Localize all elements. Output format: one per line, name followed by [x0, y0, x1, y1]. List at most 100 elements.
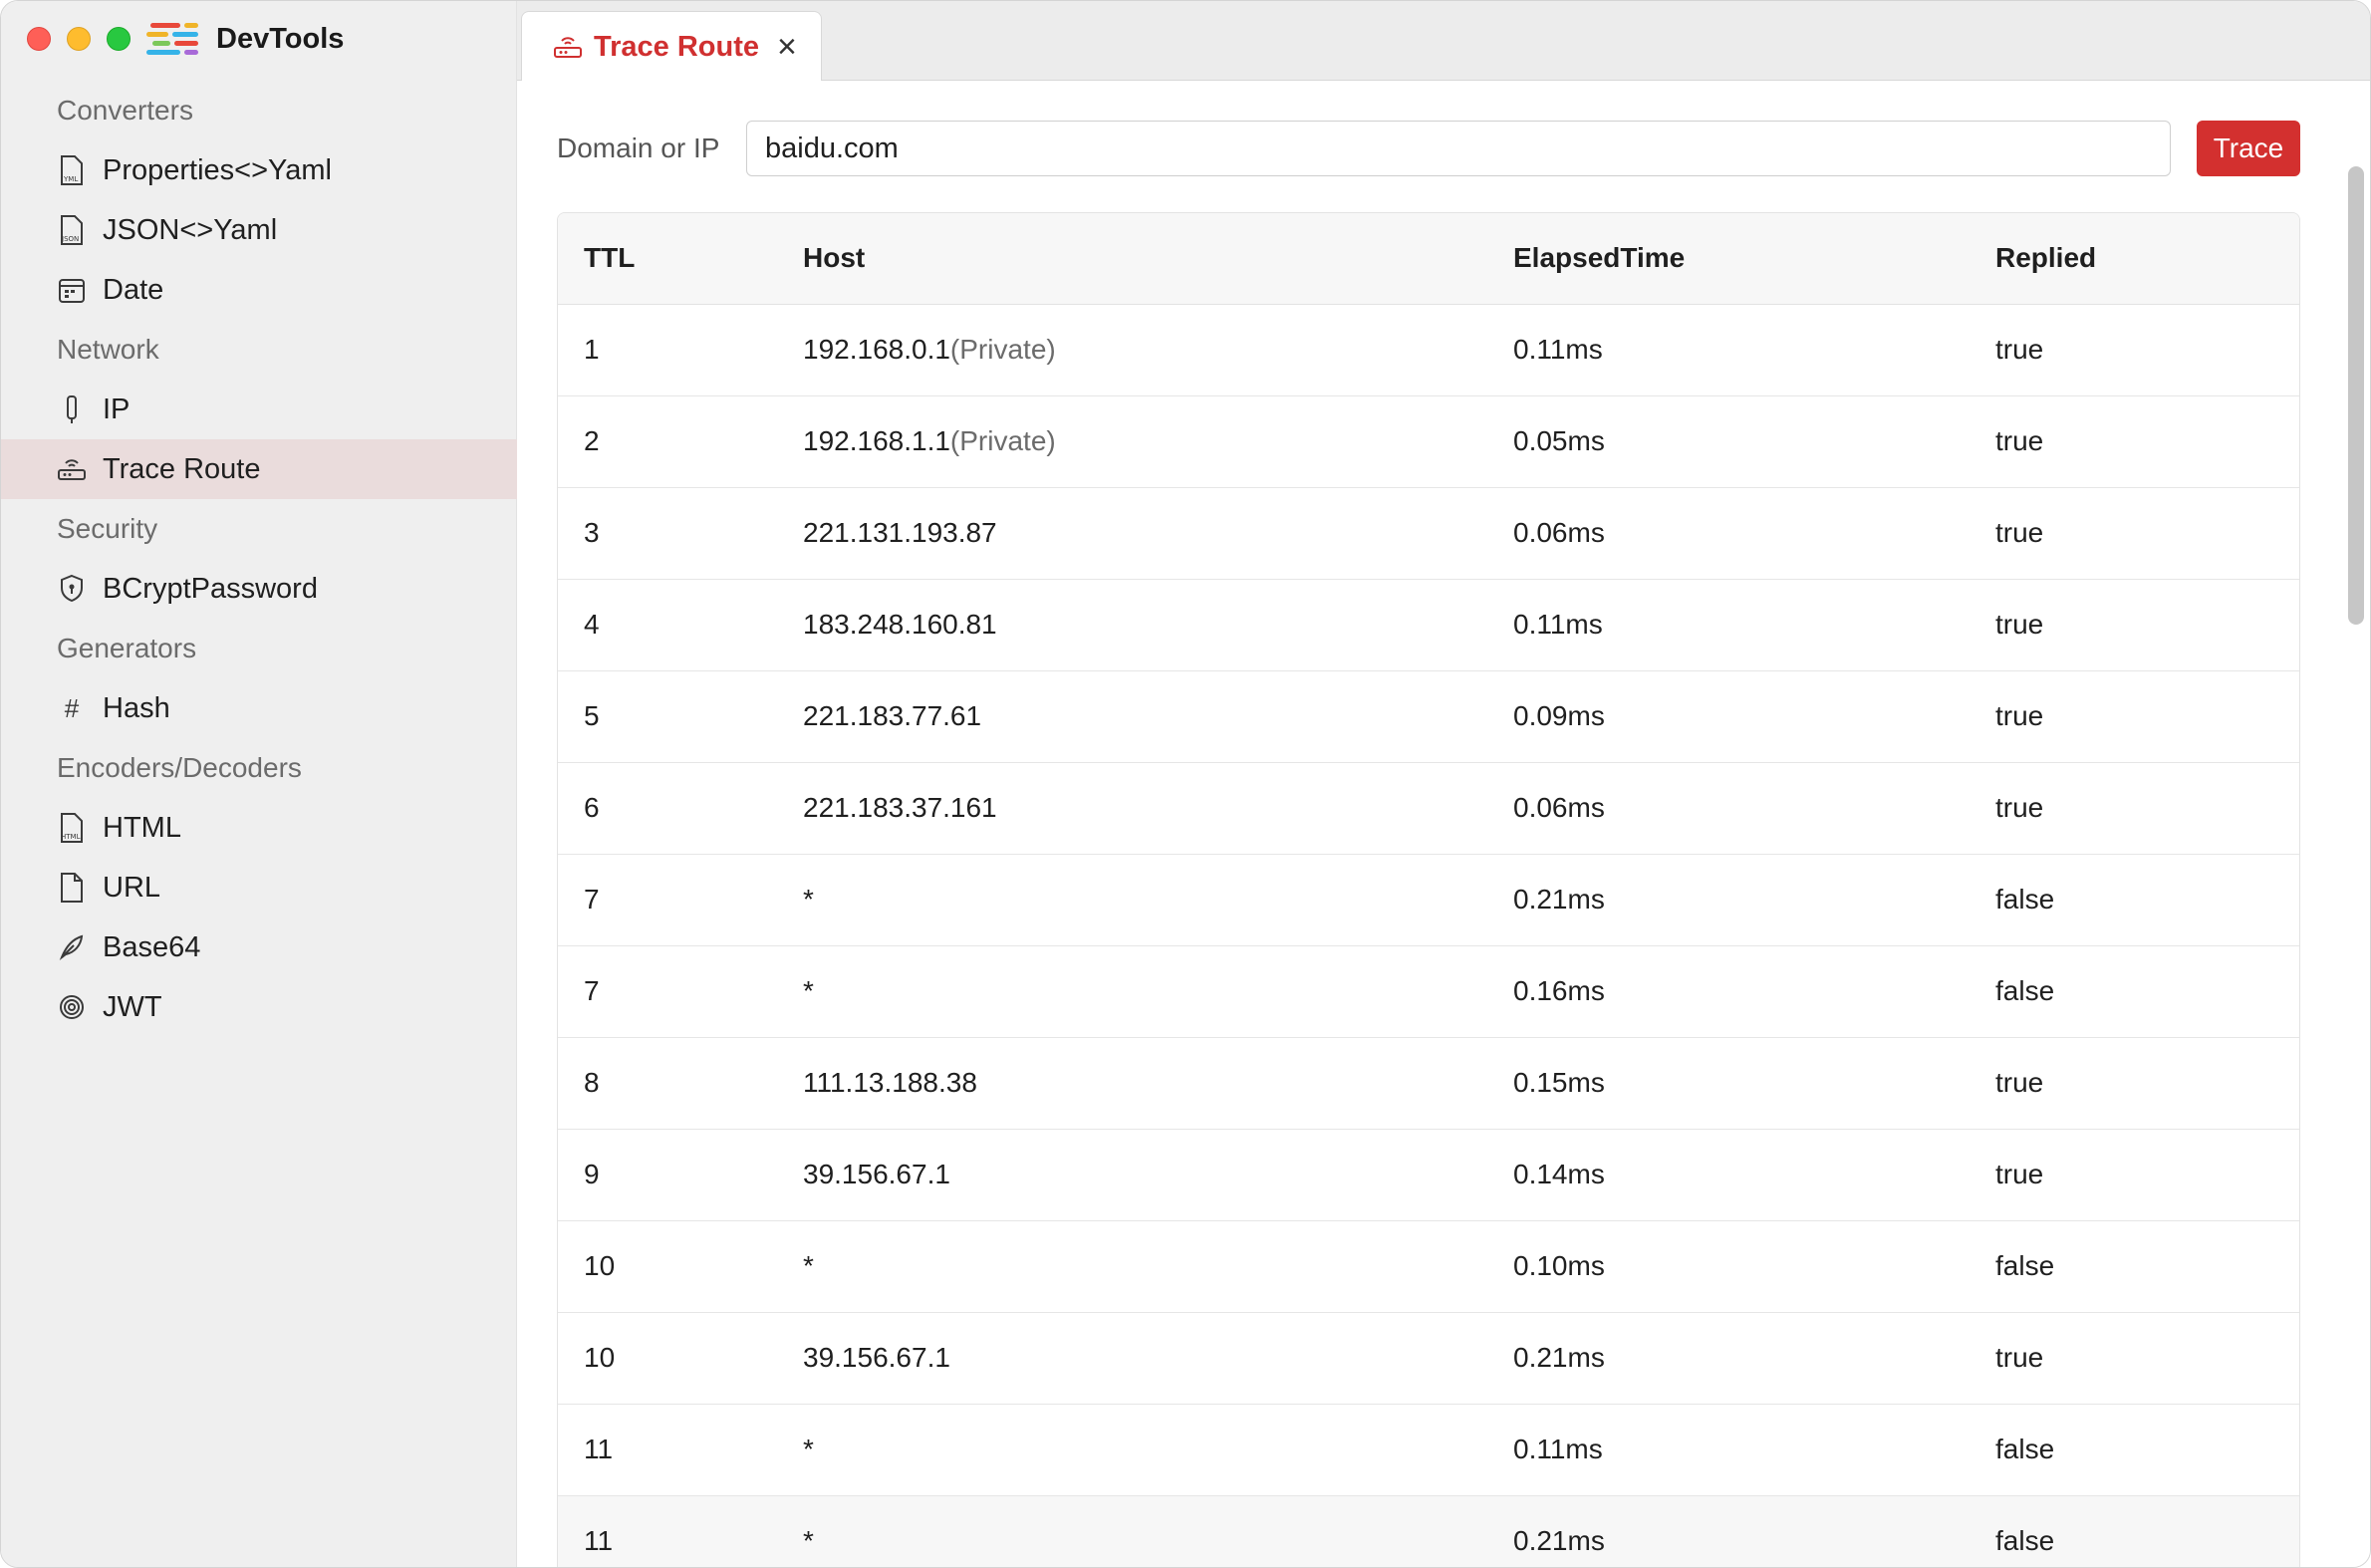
html-file-icon: HTML	[57, 813, 87, 843]
scrollbar[interactable]	[2348, 166, 2364, 625]
table-row[interactable]: 3 221.131.193.87 0.06ms true	[558, 487, 2299, 580]
close-window-button[interactable]	[27, 27, 51, 51]
zoom-window-button[interactable]	[107, 27, 131, 51]
replied-cell: true	[1970, 395, 2299, 488]
sidebar-item-label: Hash	[103, 691, 170, 724]
sidebar-item-html[interactable]: HTML HTML	[1, 798, 517, 858]
host-value: *	[803, 1434, 814, 1464]
host-cell: 192.168.1.1(Private)	[777, 395, 1487, 488]
main-content: Domain or IP Trace TTL Host ElapsedTime …	[517, 81, 2370, 1567]
tab-label: Trace Route	[594, 30, 759, 63]
sidebar-item-label: JSON<>Yaml	[103, 213, 278, 246]
host-cell: 39.156.67.1	[777, 1312, 1487, 1405]
trace-button[interactable]: Trace	[2197, 121, 2300, 176]
host-cell: 221.183.37.161	[777, 762, 1487, 855]
replied-cell: false	[1970, 1404, 2299, 1496]
sidebar-item-label: BCryptPassword	[103, 572, 318, 605]
column-header-elapsed-time[interactable]: ElapsedTime	[1487, 213, 1970, 305]
replied-cell: true	[1970, 1312, 2299, 1405]
ttl-cell: 4	[558, 579, 777, 671]
app-logo-icon	[146, 21, 202, 57]
column-header-host[interactable]: Host	[777, 213, 1487, 305]
replied-cell: true	[1970, 1037, 2299, 1130]
sidebar-item-base64[interactable]: Base64	[1, 917, 517, 977]
table-row[interactable]: 6 221.183.37.161 0.06ms true	[558, 762, 2299, 855]
table-row[interactable]: 4 183.248.160.81 0.11ms true	[558, 579, 2299, 671]
sidebar-item-url[interactable]: URL	[1, 858, 517, 917]
table-row[interactable]: 2 192.168.1.1(Private) 0.05ms true	[558, 395, 2299, 488]
sidebar-item-label: Properties<>Yaml	[103, 153, 332, 186]
column-header-replied[interactable]: Replied	[1970, 213, 2299, 305]
table-row[interactable]: 8 111.13.188.38 0.15ms true	[558, 1037, 2299, 1130]
window-controls	[27, 27, 131, 51]
host-value: *	[803, 1250, 814, 1281]
elapsed-time-cell: 0.21ms	[1487, 854, 1970, 946]
replied-cell: true	[1970, 762, 2299, 855]
domain-input[interactable]	[746, 121, 2171, 176]
sidebar-item-jwt[interactable]: JWT	[1, 977, 517, 1037]
host-value: 221.131.193.87	[803, 517, 997, 548]
json-file-icon: JSON	[57, 215, 87, 245]
tab-bar: Trace Route ×	[517, 1, 2370, 82]
minimize-window-button[interactable]	[67, 27, 91, 51]
ttl-cell: 1	[558, 304, 777, 396]
ip-icon	[57, 394, 87, 424]
sidebar-item-label: HTML	[103, 811, 181, 844]
table-row[interactable]: 7 * 0.21ms false	[558, 854, 2299, 946]
host-value: 221.183.77.61	[803, 700, 982, 731]
ttl-cell: 8	[558, 1037, 777, 1130]
replied-cell: false	[1970, 1495, 2299, 1567]
table-row[interactable]: 5 221.183.77.61 0.09ms true	[558, 670, 2299, 763]
sidebar-item-trace-route[interactable]: Trace Route	[1, 439, 517, 499]
replied-cell: false	[1970, 854, 2299, 946]
domain-label: Domain or IP	[557, 132, 720, 163]
svg-text:YML: YML	[63, 175, 78, 183]
tab-trace-route[interactable]: Trace Route ×	[521, 11, 822, 82]
table-row[interactable]: 9 39.156.67.1 0.14ms true	[558, 1129, 2299, 1221]
close-tab-icon[interactable]: ×	[777, 30, 797, 64]
sidebar-item-hash[interactable]: # Hash	[1, 678, 517, 738]
elapsed-time-cell: 0.11ms	[1487, 579, 1970, 671]
host-cell: *	[777, 854, 1487, 946]
host-cell: 111.13.188.38	[777, 1037, 1487, 1130]
router-icon	[57, 454, 87, 484]
sidebar-item-properties-yaml[interactable]: YML Properties<>Yaml	[1, 140, 517, 200]
elapsed-time-cell: 0.21ms	[1487, 1495, 1970, 1567]
nav-category-generators: Generators	[57, 633, 197, 663]
table-row[interactable]: 7 * 0.16ms false	[558, 945, 2299, 1038]
sidebar-item-ip[interactable]: IP	[1, 380, 517, 439]
ttl-cell: 5	[558, 670, 777, 763]
elapsed-time-cell: 0.05ms	[1487, 395, 1970, 488]
elapsed-time-cell: 0.11ms	[1487, 304, 1970, 396]
nav-category-encoders-decoders: Encoders/Decoders	[57, 752, 302, 783]
table-row[interactable]: 1 192.168.0.1(Private) 0.11ms true	[558, 304, 2299, 396]
ttl-cell: 10	[558, 1312, 777, 1405]
table-row[interactable]: 11 * 0.21ms false	[558, 1495, 2299, 1567]
table-row[interactable]: 10 * 0.10ms false	[558, 1220, 2299, 1313]
replied-cell: true	[1970, 304, 2299, 396]
replied-cell: true	[1970, 579, 2299, 671]
sidebar-item-label: IP	[103, 392, 131, 425]
calendar-icon	[57, 275, 87, 305]
sidebar-item-json-yaml[interactable]: JSON JSON<>Yaml	[1, 200, 517, 260]
host-value: 221.183.37.161	[803, 792, 997, 823]
host-cell: *	[777, 945, 1487, 1038]
sidebar-item-label: JWT	[103, 990, 162, 1023]
column-header-ttl[interactable]: TTL	[558, 213, 777, 305]
table-header-row: TTL Host ElapsedTime Replied	[558, 213, 2299, 305]
feather-icon	[57, 932, 87, 962]
host-cell: 39.156.67.1	[777, 1129, 1487, 1221]
svg-text:HTML: HTML	[61, 833, 81, 841]
elapsed-time-cell: 0.10ms	[1487, 1220, 1970, 1313]
sidebar-item-date[interactable]: Date	[1, 260, 517, 320]
hash-icon: #	[64, 692, 80, 723]
host-cell: 221.183.77.61	[777, 670, 1487, 763]
host-cell: *	[777, 1404, 1487, 1496]
host-cell: 221.131.193.87	[777, 487, 1487, 580]
elapsed-time-cell: 0.06ms	[1487, 762, 1970, 855]
file-icon	[57, 873, 87, 903]
table-row[interactable]: 10 39.156.67.1 0.21ms true	[558, 1312, 2299, 1405]
table-row[interactable]: 11 * 0.11ms false	[558, 1404, 2299, 1496]
ttl-cell: 7	[558, 945, 777, 1038]
sidebar-item-bcryptpassword[interactable]: BCryptPassword	[1, 559, 517, 619]
